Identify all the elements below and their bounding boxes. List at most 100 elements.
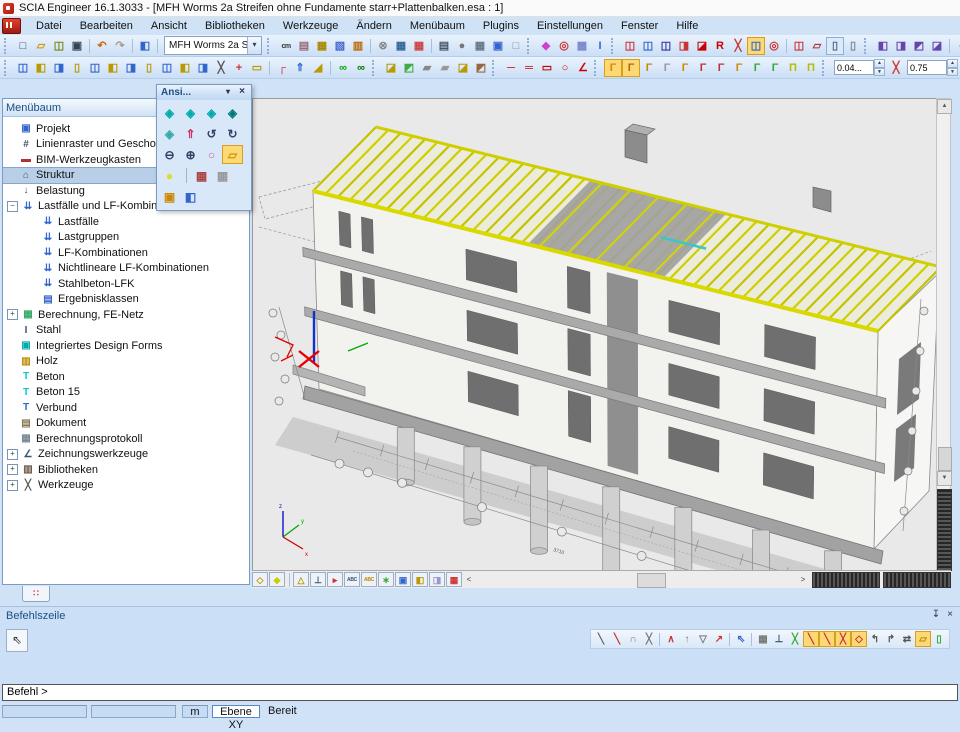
- toolbar-handle[interactable]: [492, 60, 500, 76]
- snap-orthogonal-on-icon[interactable]: ◇: [851, 631, 867, 647]
- table-results-icon[interactable]: ▦: [410, 37, 428, 55]
- label-members-icon[interactable]: ABC: [361, 572, 377, 587]
- view-axo-3-icon[interactable]: ◈: [201, 103, 222, 122]
- show-grid-red-icon[interactable]: ▦: [446, 572, 462, 587]
- load-case-2-icon[interactable]: ◫: [639, 37, 657, 55]
- plate-icon[interactable]: ▯: [140, 59, 158, 77]
- snap-perpendicular-icon[interactable]: ▽: [695, 631, 711, 647]
- transparency-value-input[interactable]: [907, 60, 947, 75]
- view-axo-4-icon[interactable]: ◈: [222, 103, 243, 122]
- load-panel-icon[interactable]: ◫: [657, 37, 675, 55]
- label-nodes-icon[interactable]: ABC: [344, 572, 360, 587]
- sidebar-item-bibliotheken[interactable]: +▥Bibliotheken: [3, 462, 249, 478]
- cascade-1-icon[interactable]: ◧: [874, 37, 892, 55]
- opening-2d-icon[interactable]: ▰: [418, 59, 436, 77]
- frame-xz-icon[interactable]: Γ: [622, 59, 640, 77]
- draw-polyline-icon[interactable]: ═: [520, 59, 538, 77]
- snap-ortho-icon[interactable]: ╳: [787, 631, 803, 647]
- menu--ndern[interactable]: Ändern: [347, 18, 400, 34]
- horizontal-scroll-thumb[interactable]: [637, 573, 666, 588]
- activity-icon[interactable]: ◆: [537, 37, 555, 55]
- haunch-icon[interactable]: ◪: [382, 59, 400, 77]
- chevron-down-icon[interactable]: ▾: [247, 37, 261, 54]
- expand-icon[interactable]: +: [7, 449, 18, 460]
- save-icon[interactable]: ▣: [68, 37, 86, 55]
- document-icon[interactable]: ▣: [489, 37, 507, 55]
- opening-icon[interactable]: ◨: [194, 59, 212, 77]
- subregion-icon[interactable]: ╳: [212, 59, 230, 77]
- snap-arc-edge-icon[interactable]: ↱: [883, 631, 899, 647]
- snap-endpoint-icon[interactable]: ∧: [663, 631, 679, 647]
- sidebar-item-lf-kombinationen[interactable]: ⇊LF-Kombinationen: [3, 245, 249, 261]
- status-plane[interactable]: Ebene XY: [212, 705, 260, 718]
- viewport-canvas[interactable]: 37102130zyx: [252, 98, 937, 571]
- toolbar-handle[interactable]: [4, 38, 12, 54]
- shell-icon[interactable]: ◧: [176, 59, 194, 77]
- picture-gallery-icon[interactable]: ●: [453, 37, 471, 55]
- vertical-scrollbar[interactable]: ▲ ▼: [936, 98, 951, 570]
- snap-tangent-2-icon[interactable]: ⇄: [899, 631, 915, 647]
- menu-hilfe[interactable]: Hilfe: [667, 18, 707, 34]
- node-snap-icon[interactable]: ╳: [887, 59, 905, 77]
- intersection-icon[interactable]: +: [230, 59, 248, 77]
- slab-strip-icon[interactable]: ▭: [248, 59, 266, 77]
- docked-window-ridge-2[interactable]: [883, 572, 951, 588]
- frame-xy-icon[interactable]: Γ: [640, 59, 658, 77]
- catalog-icon[interactable]: ▦: [313, 37, 331, 55]
- command-input[interactable]: [2, 684, 958, 701]
- options-wheel-icon[interactable]: ⊗: [374, 37, 392, 55]
- sidebar-item-lastgruppen[interactable]: ⇊Lastgruppen: [3, 230, 249, 246]
- sidebar-item-nichtlineare-lf-kombinationen[interactable]: ⇊Nichtlineare LF-Kombinationen: [3, 261, 249, 277]
- snap-midpoints-on-icon[interactable]: ╲: [803, 631, 819, 647]
- menu-einstellungen[interactable]: Einstellungen: [528, 18, 612, 34]
- menu-fenster[interactable]: Fenster: [612, 18, 667, 34]
- menu-men-baum[interactable]: Menübaum: [401, 18, 474, 34]
- pin-icon[interactable]: ↧: [929, 609, 943, 622]
- cascade-4-icon[interactable]: ◪: [928, 37, 946, 55]
- horizontal-scrollbar[interactable]: [475, 572, 797, 587]
- view-image-2-icon[interactable]: ▦: [212, 166, 233, 185]
- menu-werkzeuge[interactable]: Werkzeuge: [274, 18, 347, 34]
- link-hinged-icon[interactable]: ∞: [352, 59, 370, 77]
- toolbar-handle[interactable]: [527, 38, 535, 54]
- calculator-icon[interactable]: ▦: [471, 37, 489, 55]
- split-window-icon[interactable]: ◧: [136, 37, 154, 55]
- model-3d[interactable]: 37102130zyx: [253, 99, 937, 571]
- track-arc-icon[interactable]: ∩: [625, 631, 641, 647]
- sidebar-item-lastf-lle[interactable]: ⇊Lastfälle: [3, 214, 249, 230]
- show-loads-icon[interactable]: ⊥: [310, 572, 326, 587]
- snap-dot-grid-on-icon[interactable]: ▱: [915, 631, 931, 647]
- scroll-left-icon[interactable]: <: [463, 573, 475, 587]
- view-camera-icon[interactable]: ◈: [159, 124, 180, 143]
- view-manager-icon[interactable]: ▱: [808, 37, 826, 55]
- light-toggle-icon[interactable]: ●: [159, 166, 180, 185]
- member-1d-icon[interactable]: ◫: [14, 59, 32, 77]
- show-model-data-icon[interactable]: ◨: [429, 572, 445, 587]
- member-2d-icon[interactable]: ◨: [50, 59, 68, 77]
- spin-up-icon[interactable]: ▲: [874, 59, 885, 68]
- toolbar-handle[interactable]: [822, 60, 830, 76]
- sidebar-item-beton-15[interactable]: TBeton 15: [3, 385, 249, 401]
- view-doc-icon[interactable]: ▣: [159, 187, 180, 206]
- collapse-icon[interactable]: −: [7, 201, 18, 212]
- snap-intersections-on-icon[interactable]: ╳: [835, 631, 851, 647]
- report-icon[interactable]: □: [507, 37, 525, 55]
- member-2d-props-icon[interactable]: ▯: [68, 59, 86, 77]
- combination-icon[interactable]: ◪: [693, 37, 711, 55]
- snap-line-grid-icon[interactable]: ⊥: [771, 631, 787, 647]
- spin-down-icon[interactable]: ▼: [874, 68, 885, 77]
- show-supports-icon[interactable]: △: [293, 572, 309, 587]
- check-structure-icon[interactable]: I: [591, 37, 609, 55]
- selection-mode-button[interactable]: ⇖: [6, 629, 28, 652]
- beam-icon[interactable]: ◧: [104, 59, 122, 77]
- show-dot-grid-icon[interactable]: ∗: [378, 572, 394, 587]
- layers-icon[interactable]: ▤: [295, 37, 313, 55]
- render-shaded-icon[interactable]: ◆: [269, 572, 285, 587]
- column-icon[interactable]: ◫: [86, 59, 104, 77]
- internal-node-icon[interactable]: ▰: [436, 59, 454, 77]
- redo-icon[interactable]: ↷: [111, 37, 129, 55]
- snap-distance-input[interactable]: [834, 60, 874, 75]
- track-line-icon[interactable]: ╲: [593, 631, 609, 647]
- print-icon[interactable]: ▤: [435, 37, 453, 55]
- link-rigid-icon[interactable]: ∞: [334, 59, 352, 77]
